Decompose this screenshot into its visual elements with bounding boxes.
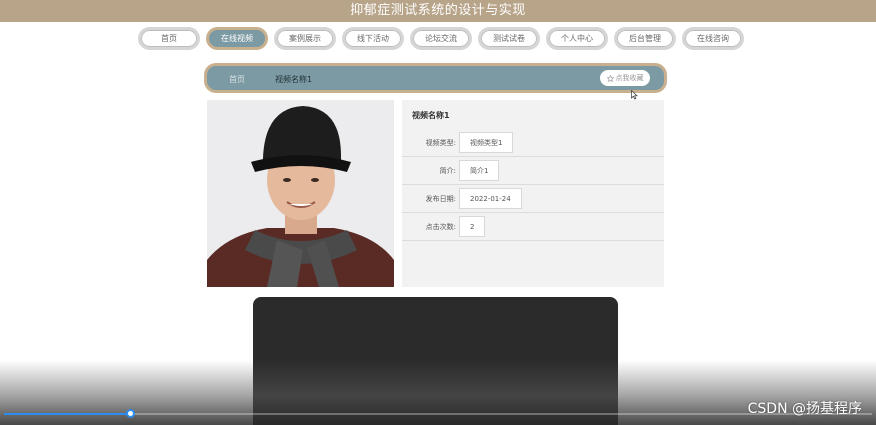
nav-item-cases[interactable]: 案例展示 [274,27,336,50]
nav-item-consult[interactable]: 在线咨询 [682,27,744,50]
nav-item-offline-events[interactable]: 线下活动 [342,27,404,50]
info-label: 发布日期: [425,195,456,203]
progress-handle[interactable] [126,409,135,418]
nav-item-online-video[interactable]: 在线视频 [206,27,268,50]
page: 抑郁症测试系统的设计与实现 首页 在线视频 案例展示 线下活动 论坛交流 测试试… [0,0,876,425]
star-icon [606,74,614,82]
person-portrait-icon [207,100,394,287]
breadcrumb: 首页 视频名称1 点我收藏 [204,63,667,93]
main-nav: 首页 在线视频 案例展示 线下活动 论坛交流 测试试卷 个人中心 后台管理 在线… [138,27,744,50]
info-row-publish-date: 发布日期: 2022-01-24 [402,185,664,213]
nav-item-home[interactable]: 首页 [138,27,200,50]
info-label: 简介: [439,167,456,175]
nav-item-admin[interactable]: 后台管理 [614,27,676,50]
site-title: 抑郁症测试系统的设计与实现 [0,0,876,22]
breadcrumb-home-link[interactable]: 首页 [229,74,245,85]
watermark: CSDN @扬基程序 [747,401,862,417]
info-value: 2022-01-24 [459,188,522,209]
favorite-label: 点我收藏 [615,74,644,82]
nav-item-forum[interactable]: 论坛交流 [410,27,472,50]
info-row-click-count: 点击次数: 2 [402,213,664,241]
info-label: 点击次数: [425,223,456,231]
nav-item-tests[interactable]: 测试试卷 [478,27,540,50]
nav-item-profile[interactable]: 个人中心 [546,27,608,50]
video-title: 视频名称1 [412,111,450,120]
video-cover-image [207,100,394,287]
info-label: 视频类型: [425,139,456,147]
video-info-panel: 视频名称1 视频类型: 视频类型1 简介: 简介1 发布日期: 2022-01-… [402,100,664,287]
info-value: 2 [459,216,486,237]
info-value: 简介1 [459,160,500,181]
progress-fill [4,413,130,415]
breadcrumb-current: 视频名称1 [275,75,313,84]
info-row-video-type: 视频类型: 视频类型1 [402,129,664,157]
info-row-summary: 简介: 简介1 [402,157,664,185]
mouse-cursor-icon [631,90,638,100]
favorite-button[interactable]: 点我收藏 [600,70,650,86]
info-value: 视频类型1 [459,132,514,153]
